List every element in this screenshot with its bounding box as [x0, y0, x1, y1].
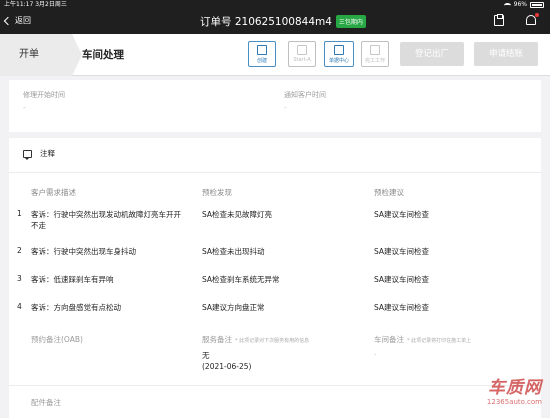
- battery-percent: 96%: [513, 1, 527, 8]
- row-advice: SA建议车间检查: [374, 303, 430, 312]
- row-number: 2: [17, 246, 22, 255]
- top-bar: 上午11:17 3月2日周三 96% 返回 订单号 210625100844m4…: [0, 0, 550, 34]
- tab-workshop[interactable]: 车间处理: [82, 34, 124, 76]
- back-label: 返回: [15, 16, 31, 25]
- row-description: 客诉：行驶中突然出现车身抖动: [31, 247, 136, 256]
- service-remark-title: 服务备注: [202, 335, 232, 344]
- start-icon: [297, 45, 307, 55]
- repair-start-value: -: [23, 104, 26, 112]
- watermark-url: 12365auto.com: [486, 398, 542, 406]
- notes-card: 注释 客户需求描述 预检发现 预检建议 1 客诉：行驶中突然出现发动机故障灯亮车…: [9, 138, 541, 418]
- header-precheck-advice: 预检建议: [374, 188, 404, 197]
- row-advice: SA建议车间检查: [374, 247, 430, 256]
- notify-label: 通知客户时间: [284, 91, 326, 99]
- complete-work-button[interactable]: 完工工作: [361, 41, 389, 67]
- document-center-button[interactable]: 单据中心: [324, 41, 354, 67]
- status-time: 上午11:17 3月2日周三: [4, 1, 67, 8]
- order-title: 订单号 210625100844m4: [200, 16, 332, 28]
- row-advice: SA建议车间检查: [374, 275, 430, 284]
- clipboard-icon[interactable]: [494, 14, 504, 26]
- bell-icon[interactable]: [526, 13, 539, 25]
- row-finding: SA建议方向盘正常: [202, 303, 265, 312]
- complete-icon: [370, 45, 380, 55]
- back-button[interactable]: 返回: [3, 15, 31, 26]
- warranty-badge: 三包期内: [335, 15, 366, 28]
- chevron-left-icon: [3, 16, 13, 25]
- comment-icon: [23, 149, 32, 160]
- header-precheck-finding: 预检发现: [202, 188, 232, 197]
- order-title-group: 订单号 210625100844m4 三包期内: [200, 14, 366, 29]
- service-remark-hint: * 此项记录对下次服务有用的信息: [235, 338, 310, 344]
- row-finding: SA检查未见故障灯亮: [202, 210, 273, 219]
- status-bar: 上午11:17 3月2日周三 96%: [0, 0, 550, 10]
- row-description: 客诉：行驶中突然出现发动机故障灯亮车开开不走: [31, 210, 181, 230]
- row-number: 1: [17, 209, 22, 218]
- watermark-logo: 车质网: [488, 378, 542, 398]
- nav-bar: 返回 订单号 210625100844m4 三包期内: [0, 12, 550, 32]
- create-icon: [257, 45, 267, 55]
- header-customer-demand: 客户需求描述: [31, 188, 76, 197]
- tab-open-order[interactable]: 开单: [0, 34, 82, 76]
- divider: [9, 172, 541, 173]
- row-finding: SA检查刹车系统无异常: [202, 275, 280, 284]
- service-remark-value: 无: [202, 351, 210, 360]
- notification-dot: [535, 13, 539, 17]
- create-button[interactable]: 创建: [248, 41, 276, 67]
- repair-start-label: 修理开始时间: [23, 91, 65, 99]
- divider: [9, 385, 541, 386]
- row-description: 客诉：方向盘感觉有点松动: [31, 303, 121, 312]
- workshop-remark-title: 车间备注: [374, 335, 404, 344]
- toolbar: 开单 车间处理 创建 Start-A 单据中心 完工工作 登记出厂 申请结账: [0, 34, 550, 76]
- notes-header: 注释: [23, 148, 55, 160]
- row-finding: SA检查未出现抖动: [202, 247, 265, 256]
- watermark: 车质网 12365auto.com: [487, 373, 542, 406]
- time-card: 修理开始时间 - 通知客户时间 -: [9, 80, 541, 132]
- register-exit-button[interactable]: 登记出厂: [400, 42, 464, 66]
- service-remark-date: (2021-06-25): [202, 362, 252, 371]
- notes-title: 注释: [40, 149, 55, 158]
- workshop-remark-label: 车间备注 * 此项记录将打印在施工单上: [374, 334, 471, 345]
- row-number: 4: [17, 302, 22, 311]
- row-advice: SA建议车间检查: [374, 210, 430, 219]
- workshop-remark-hint: * 此项记录将打印在施工单上: [407, 338, 472, 344]
- booking-remark-label: 预约备注(OAB): [31, 335, 83, 344]
- wifi-icon: [503, 2, 511, 8]
- notify-value: -: [284, 104, 287, 112]
- create-label: 创建: [256, 58, 267, 64]
- row-description: 客诉：低速踩刹车有异响: [31, 275, 114, 284]
- service-remark-label: 服务备注 * 此项记录对下次服务有用的信息: [202, 334, 309, 345]
- printer-icon: [334, 45, 344, 55]
- start-button[interactable]: Start-A: [288, 41, 316, 67]
- document-center-label: 单据中心: [328, 58, 349, 64]
- complete-work-label: 完工工作: [364, 58, 385, 64]
- battery-icon: [530, 2, 544, 8]
- parts-remark-label: 配件备注: [31, 398, 61, 407]
- row-number: 3: [17, 274, 22, 283]
- workshop-remark-value: -: [374, 351, 377, 359]
- request-settlement-button[interactable]: 申请结账: [474, 42, 538, 66]
- start-label: Start-A: [293, 57, 311, 63]
